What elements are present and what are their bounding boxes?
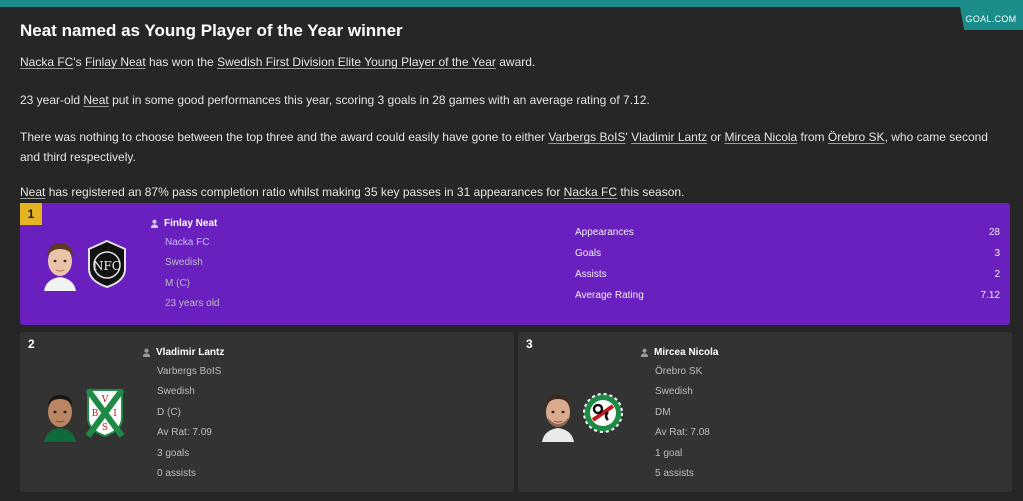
header-accent-bar <box>0 0 1023 7</box>
player-nationality: Swedish <box>157 386 195 398</box>
person-icon <box>150 219 159 228</box>
player-link-neat[interactable]: Finlay Neat <box>85 55 146 69</box>
rank-badge: 1 <box>20 203 42 225</box>
player-link-neat[interactable]: Neat <box>20 185 45 199</box>
winner-stats: Appearances 28 Goals 3 Assists 2 Average Ra… <box>575 222 1000 306</box>
paragraph-1: Nacka FC's Finlay Neat has won the Swedi… <box>20 55 536 69</box>
player-name-link[interactable]: Finlay Neat <box>164 218 217 229</box>
runner-up-card-3: 3 Mircea Nicola Örebro SK Swedish DM Av … <box>518 332 1012 492</box>
player-face-neat[interactable] <box>40 235 80 291</box>
player-nationality: Swedish <box>165 257 203 269</box>
club-crest-varbergs[interactable]: V B I S <box>84 388 126 438</box>
player-nationality: Swedish <box>655 386 693 398</box>
paragraph-4: Neat has registered an 87% pass completi… <box>20 185 685 199</box>
player-goals: 3 goals <box>157 447 190 459</box>
winner-card: 1 NFC Finlay Neat Nacka FC Swedish M (C)… <box>20 203 1010 325</box>
paragraph-3: There was nothing to choose between the … <box>20 130 988 164</box>
svg-text:I: I <box>113 409 117 419</box>
player-average-rating: Av Rat: 7.09 <box>157 427 212 439</box>
club-link-nacka[interactable]: Nacka FC <box>564 185 617 199</box>
player-club-link[interactable]: Örebro SK <box>640 362 718 382</box>
person-icon <box>142 348 151 357</box>
club-link-orebro[interactable]: Örebro SK <box>828 130 885 144</box>
player-face-nicola[interactable] <box>538 386 578 442</box>
player-average-rating: Av Rat: 7.08 <box>655 427 710 439</box>
svg-text:B: B <box>92 409 99 419</box>
rank-label: 3 <box>526 337 533 351</box>
award-link[interactable]: Swedish First Division Elite Young Playe… <box>217 55 496 69</box>
player-position: M (C) <box>165 277 190 289</box>
player-link-lantz[interactable]: Vladimir Lantz <box>631 130 707 144</box>
player-link-nicola[interactable]: Mircea Nicola <box>725 130 798 144</box>
club-crest-orebro[interactable] <box>582 388 624 438</box>
source-tab[interactable]: GOAL.COM <box>960 7 1023 30</box>
club-crest-nacka[interactable]: NFC <box>86 239 128 289</box>
player-link-neat[interactable]: Neat <box>83 93 108 107</box>
stat-row-goals: Goals 3 <box>575 248 1000 259</box>
club-link-nacka[interactable]: Nacka FC <box>20 55 73 69</box>
svg-text:S: S <box>102 423 108 433</box>
player-position: DM <box>655 406 671 418</box>
runner-up-card-2: 2 V B I S Vladimir Lantz Varbergs BoIS S… <box>20 332 514 492</box>
player-position: D (C) <box>157 406 181 418</box>
player-club-link[interactable]: Varbergs BoIS <box>142 362 224 382</box>
player-assists: 0 assists <box>157 467 196 479</box>
svg-text:V: V <box>101 395 109 405</box>
club-link-varbergs[interactable]: Varbergs BoIS <box>548 130 625 144</box>
news-headline: Neat named as Young Player of the Year w… <box>20 21 403 40</box>
runner-up-info: Vladimir Lantz Varbergs BoIS Swedish D (… <box>142 342 224 484</box>
svg-text:NFC: NFC <box>93 259 121 273</box>
player-goals: 1 goal <box>655 447 683 459</box>
player-face-lantz[interactable] <box>40 386 80 442</box>
stat-row-appearances: Appearances 28 <box>575 227 1000 238</box>
stat-row-assists: Assists 2 <box>575 269 1000 280</box>
runner-up-info: Mircea Nicola Örebro SK Swedish DM Av Ra… <box>640 342 718 484</box>
player-club-link[interactable]: Nacka FC <box>150 233 219 253</box>
player-age: 23 years old <box>165 298 220 310</box>
paragraph-2: 23 year-old Neat put in some good perfor… <box>20 93 650 107</box>
person-icon <box>640 348 649 357</box>
winner-info: Finlay Neat Nacka FC Swedish M (C) 23 ye… <box>150 213 219 315</box>
stat-row-average-rating: Average Rating 7.12 <box>575 290 1000 301</box>
player-name-link[interactable]: Vladimir Lantz <box>156 347 224 358</box>
rank-label: 2 <box>28 337 35 351</box>
player-assists: 5 assists <box>655 467 694 479</box>
player-name-link[interactable]: Mircea Nicola <box>654 347 718 358</box>
